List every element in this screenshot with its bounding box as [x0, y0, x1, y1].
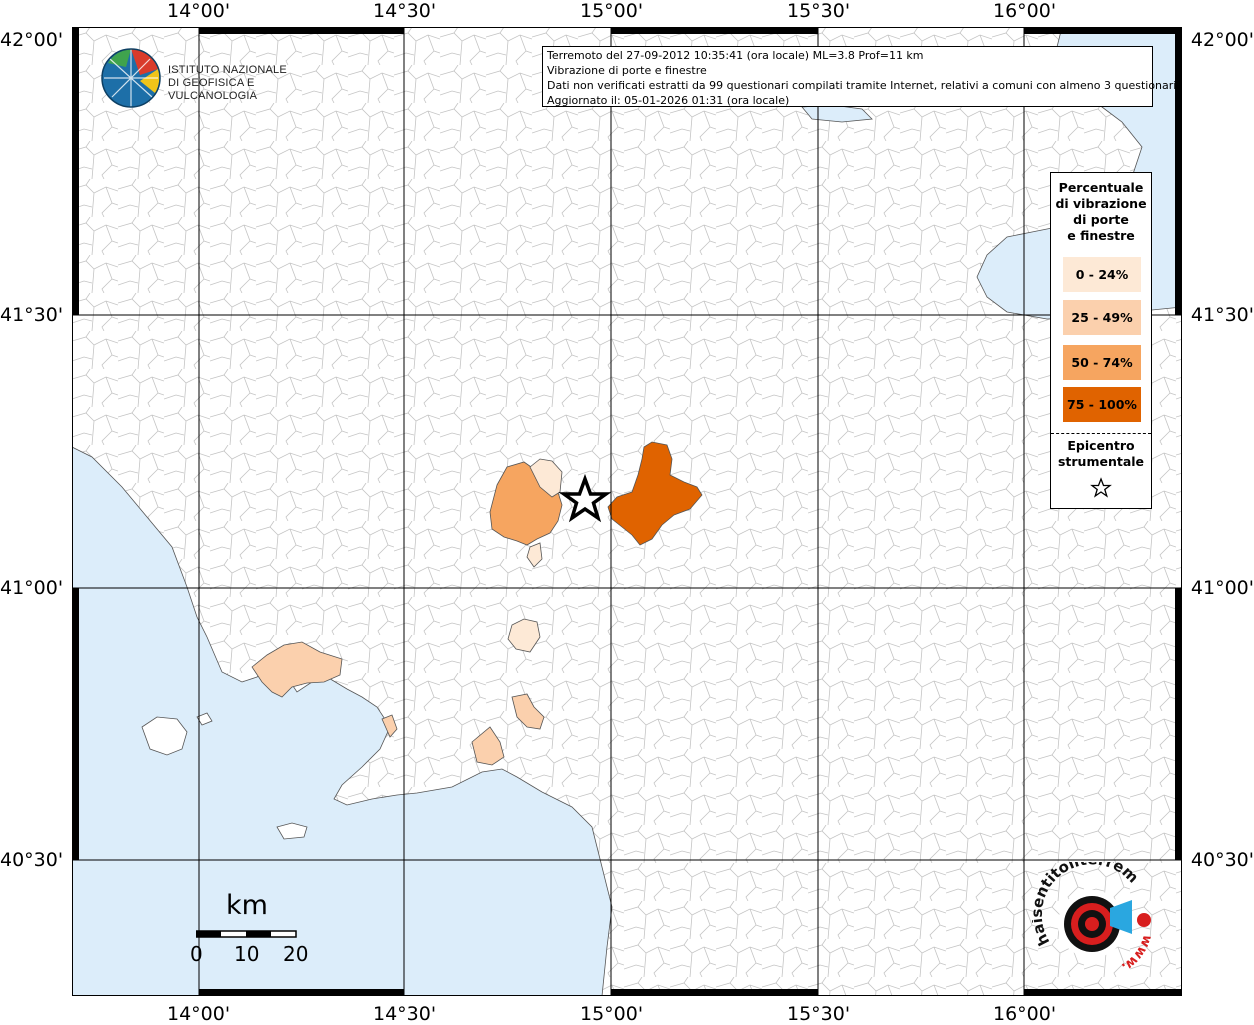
lon-tick-top-5: 16°00'	[993, 0, 1057, 22]
lat-tick-right-2: 41°30'	[1190, 304, 1254, 326]
badge-www-text: www.	[1119, 933, 1155, 975]
scale-label-10: 10	[234, 942, 260, 966]
lon-tick-bottom-4: 15°30'	[787, 1003, 851, 1025]
legend-title-line-3: di porte	[1073, 212, 1129, 227]
info-event-line: Terremoto del 27-09-2012 10:35:41 (ora l…	[547, 49, 924, 62]
info-parameter-line: Vibrazione di porte e finestre	[547, 64, 707, 77]
legend-epicenter-label: Epicentro strumentale	[1051, 438, 1151, 470]
scale-bar-graphic	[196, 930, 297, 938]
legend-class-0-24: 0 - 24%	[1063, 257, 1141, 292]
info-data-note-line: Dati non verificati estratti da 99 quest…	[547, 79, 1180, 92]
lat-tick-left-3: 41°00'	[0, 577, 64, 599]
logo-line-2: DI GEOFISICA E VULCANOLOGIA	[168, 77, 258, 102]
legend-epicenter-line-2: strumentale	[1057, 454, 1145, 469]
scale-bar: km 0 10 20	[190, 890, 320, 980]
ingv-logo[interactable]: ISTITUTO NAZIONALE DI GEOFISICA E VULCAN…	[100, 47, 320, 109]
legend-epicenter-line-1: Epicentro	[1067, 438, 1135, 453]
legend-title-line-4: e finestre	[1067, 228, 1135, 243]
lon-tick-top-1: 14°00'	[167, 0, 231, 22]
ingv-globe-icon	[101, 48, 161, 108]
legend-class-50-74: 50 - 74%	[1063, 345, 1141, 380]
lat-tick-left-2: 41°30'	[0, 304, 64, 326]
lat-tick-right-3: 41°00'	[1190, 577, 1254, 599]
lat-tick-right-4: 40°30'	[1190, 849, 1254, 871]
hai-sentito-badge-icon: haisentitoilterremoto.it www.	[1027, 848, 1155, 975]
legend-title-line-1: Percentuale	[1058, 180, 1144, 195]
logo-line-1: ISTITUTO NAZIONALE	[168, 64, 287, 76]
lon-tick-top-4: 15°30'	[787, 0, 851, 22]
info-updated-line: Aggiornato il: 05-01-2026 01:31 (ora loc…	[547, 94, 790, 107]
legend-title-line-2: di vibrazione	[1055, 196, 1147, 211]
scale-label-20: 20	[283, 942, 309, 966]
lat-tick-right-1: 42°00'	[1190, 29, 1254, 51]
legend-class-75-100: 75 - 100%	[1063, 387, 1141, 422]
map-frame	[72, 27, 1182, 996]
legend-class-25-49: 25 - 49%	[1063, 300, 1141, 335]
lat-tick-left-1: 42°00'	[0, 29, 64, 51]
legend-divider	[1051, 433, 1151, 434]
svg-text:www.: www.	[1119, 933, 1155, 975]
map-canvas[interactable]	[72, 27, 1182, 996]
event-info-box: Terremoto del 27-09-2012 10:35:41 (ora l…	[542, 46, 1180, 107]
lon-tick-bottom-5: 16°00'	[993, 1003, 1057, 1025]
legend-class-label: 50 - 74%	[1071, 355, 1133, 370]
lat-tick-left-4: 40°30'	[0, 849, 64, 871]
lon-tick-bottom-3: 15°00'	[580, 1003, 644, 1025]
legend-title: Percentuale di vibrazione di porte e fin…	[1051, 180, 1151, 244]
legend: Percentuale di vibrazione di porte e fin…	[1050, 172, 1152, 509]
scale-unit: km	[226, 890, 268, 921]
legend-star-icon	[1090, 477, 1112, 498]
scale-label-0: 0	[190, 942, 203, 966]
legend-class-label: 25 - 49%	[1071, 310, 1133, 325]
lon-tick-top-2: 14°30'	[373, 0, 437, 22]
legend-class-label: 75 - 100%	[1067, 397, 1137, 412]
lon-tick-bottom-2: 14°30'	[373, 1003, 437, 1025]
hai-sentito-badge[interactable]: haisentitoilterremoto.it www.	[1027, 848, 1162, 982]
legend-class-label: 0 - 24%	[1075, 267, 1129, 282]
lon-tick-bottom-1: 14°00'	[167, 1003, 231, 1025]
lon-tick-top-3: 15°00'	[580, 0, 644, 22]
